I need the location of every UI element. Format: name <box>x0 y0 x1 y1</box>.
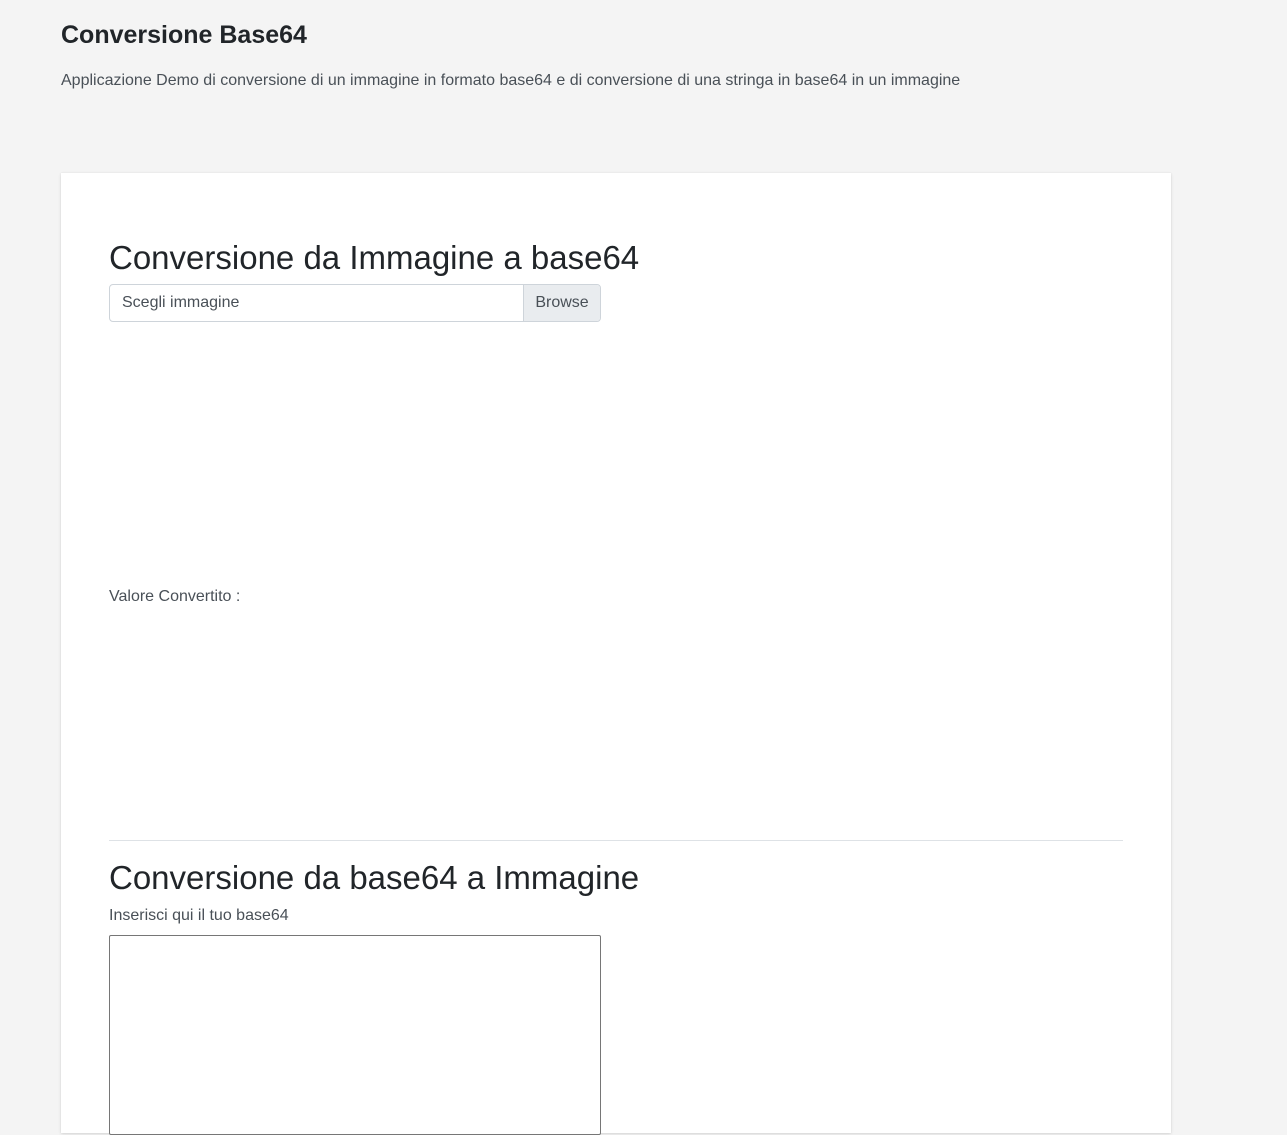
base64-textarea-label: Inserisci qui il tuo base64 <box>109 907 289 924</box>
app-subtitle: Applicazione Demo di conversione di un i… <box>61 72 961 89</box>
file-input-label[interactable]: Scegli immagine <box>110 285 523 321</box>
base64-to-image-title: Conversione da base64 a Immagine <box>109 859 640 896</box>
base64-input-textarea[interactable] <box>109 935 601 1135</box>
page-header: Conversione Base64 Applicazione Demo di … <box>61 18 1211 92</box>
image-file-input[interactable]: Scegli immagine Browse <box>109 284 601 322</box>
main-card: Conversione da Immagine a base64 Scegli … <box>61 173 1171 1135</box>
section-divider <box>109 840 1123 841</box>
browse-button[interactable]: Browse <box>523 285 600 321</box>
image-to-base64-title: Conversione da Immagine a base64 <box>109 239 640 276</box>
app-title: Conversione Base64 <box>61 21 307 49</box>
converted-value-label: Valore Convertito : <box>109 588 241 605</box>
